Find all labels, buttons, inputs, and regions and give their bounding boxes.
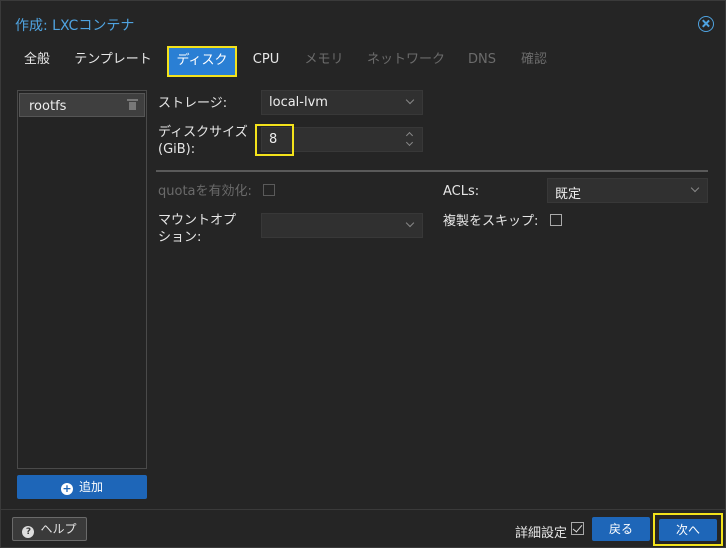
next-button-highlight: 次へ [653, 513, 723, 546]
storage-value: local-lvm [269, 95, 328, 110]
chevron-down-icon [405, 218, 415, 228]
advanced-label: 詳細設定 [515, 526, 568, 541]
skip-replication-checkbox[interactable] [550, 214, 562, 226]
trash-icon[interactable] [127, 99, 138, 110]
dialog-titlebar: 作成: LXCコンテナ [1, 1, 725, 45]
acls-label: ACLs: [443, 184, 480, 199]
create-lxc-dialog: 作成: LXCコンテナ 全般 テンプレート ディスク CPU メモリ ネットワー… [0, 0, 726, 548]
quota-checkbox[interactable] [263, 184, 275, 196]
tab-confirm[interactable]: 確認 [511, 45, 557, 77]
dialog-title: 作成: LXCコンテナ [15, 18, 135, 34]
tab-cpu[interactable]: CPU [245, 45, 287, 77]
tab-general[interactable]: 全般 [15, 45, 59, 77]
tab-dns[interactable]: DNS [461, 45, 503, 77]
help-button[interactable]: ? ヘルプ [12, 517, 87, 541]
back-button[interactable]: 戻る [592, 517, 650, 541]
chevron-down-icon [690, 183, 700, 193]
mount-options-select[interactable] [261, 213, 423, 238]
spinner-down-icon[interactable] [405, 138, 414, 147]
help-icon: ? [22, 526, 35, 538]
disk-size-label-line1: ディスクサイズ [158, 125, 248, 140]
help-button-label: ヘルプ [40, 522, 77, 536]
tab-disk[interactable]: ディスク [167, 46, 237, 77]
disk-size-label-line2: (GiB): [158, 142, 196, 157]
add-button-label: 追加 [78, 480, 103, 494]
disk-settings-panel: ストレージ: local-lvm ディスクサイズ (GiB): 8 quotaを… [156, 90, 709, 470]
disk-size-highlight [255, 124, 294, 156]
advanced-checkbox[interactable] [571, 522, 584, 535]
tab-network[interactable]: ネットワーク [359, 45, 453, 77]
tab-template[interactable]: テンプレート [67, 45, 159, 77]
mountpoint-list: rootfs [17, 90, 147, 469]
next-button[interactable]: 次へ [659, 519, 717, 541]
quota-label: quotaを有効化: [158, 184, 252, 199]
chevron-down-icon [405, 95, 415, 105]
dialog-footer: ? ヘルプ 詳細設定 戻る 次へ [1, 509, 725, 547]
tab-memory[interactable]: メモリ [297, 45, 351, 77]
wizard-tabs: 全般 テンプレート ディスク CPU メモリ ネットワーク DNS 確認 [1, 45, 725, 77]
list-item-rootfs[interactable]: rootfs [19, 93, 145, 117]
acls-value: 既定 [555, 187, 582, 202]
plus-icon: + [60, 482, 73, 495]
skip-replication-label: 複製をスキップ: [443, 214, 539, 229]
mount-options-label-line1: マウントオプ [158, 213, 237, 228]
list-item-label: rootfs [29, 99, 67, 114]
storage-label: ストレージ: [158, 96, 228, 111]
add-button[interactable]: + 追加 [17, 475, 147, 499]
storage-select[interactable]: local-lvm [261, 90, 423, 115]
close-icon[interactable] [698, 16, 714, 32]
acls-select[interactable]: 既定 [547, 178, 708, 203]
section-divider [156, 170, 708, 172]
mount-options-label-line2: ション: [158, 230, 202, 245]
